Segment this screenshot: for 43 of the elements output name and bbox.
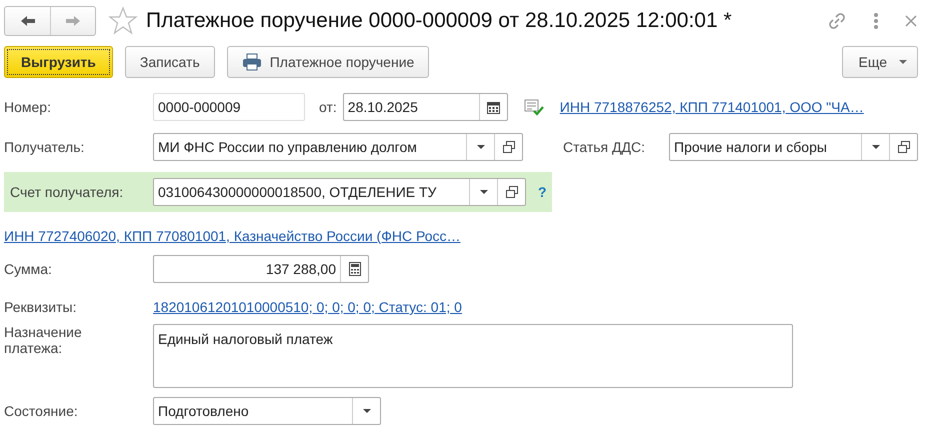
- account-field[interactable]: 031006430000000018500, ОТДЕЛЕНИЕ ТУ: [153, 178, 526, 206]
- field-label: Назначение платежа:: [4, 324, 83, 356]
- field-label: Получатель:: [4, 139, 86, 155]
- amount-field[interactable]: 137 288,00: [153, 255, 369, 283]
- field-label: Статья ДДС:: [563, 139, 646, 155]
- field-label: Состояние:: [4, 403, 79, 419]
- field-label: Сумма:: [4, 261, 53, 277]
- details-link[interactable]: 18201061201010000510; 0; 0; 0; 0; Статус: 01; 0: [153, 299, 462, 315]
- recipient-link[interactable]: ИНН 7727406020, КПП 770801001, Казначейство России (ФНС Росс…: [4, 228, 460, 244]
- left-arrow-icon: [20, 15, 36, 27]
- more-icon[interactable]: [872, 11, 880, 31]
- purpose-field[interactable]: Единый налоговый платеж: [153, 324, 793, 388]
- field-label: от:: [319, 99, 337, 115]
- field-label: Счет получателя:: [10, 184, 124, 200]
- star-icon[interactable]: [108, 6, 138, 36]
- document-check-icon[interactable]: [524, 98, 544, 116]
- dropdown-icon: [362, 409, 370, 413]
- help-link[interactable]: ?: [538, 184, 547, 200]
- export-button[interactable]: Выгрузить: [4, 46, 113, 78]
- date-field[interactable]: 28.10.2025: [342, 93, 508, 121]
- close-icon[interactable]: [904, 14, 918, 28]
- right-arrow-icon: [65, 15, 81, 27]
- print-button[interactable]: Платежное поручение: [226, 46, 430, 78]
- window-title: Платежное поручение 0000-000009 от 28.10.2025 12:00:01 *: [146, 9, 733, 33]
- dropdown-icon: [480, 190, 488, 194]
- field-label: Номер:: [4, 99, 52, 115]
- cash-flow-item-field[interactable]: Прочие налоги и сборы: [669, 133, 918, 161]
- link-icon[interactable]: [826, 10, 848, 32]
- open-icon: [506, 186, 518, 198]
- field-label: Реквизиты:: [4, 299, 78, 315]
- open-icon: [502, 141, 514, 153]
- dropdown-icon: [476, 145, 484, 149]
- organization-link[interactable]: ИНН 7718876252, КПП 771401001, ООО "ЧА…: [560, 99, 864, 115]
- status-field[interactable]: Подготовлено: [153, 397, 381, 425]
- dropdown-icon: [872, 145, 880, 149]
- save-button[interactable]: Записать: [124, 46, 215, 78]
- calculator-icon: [348, 262, 360, 276]
- number-field[interactable]: 0000-000009: [153, 93, 305, 121]
- calendar-icon: [486, 100, 500, 114]
- more-button[interactable]: Еще: [842, 46, 918, 78]
- printer-icon: [242, 53, 262, 71]
- open-icon: [898, 141, 910, 153]
- recipient-field[interactable]: МИ ФНС России по управлению долгом: [153, 133, 523, 161]
